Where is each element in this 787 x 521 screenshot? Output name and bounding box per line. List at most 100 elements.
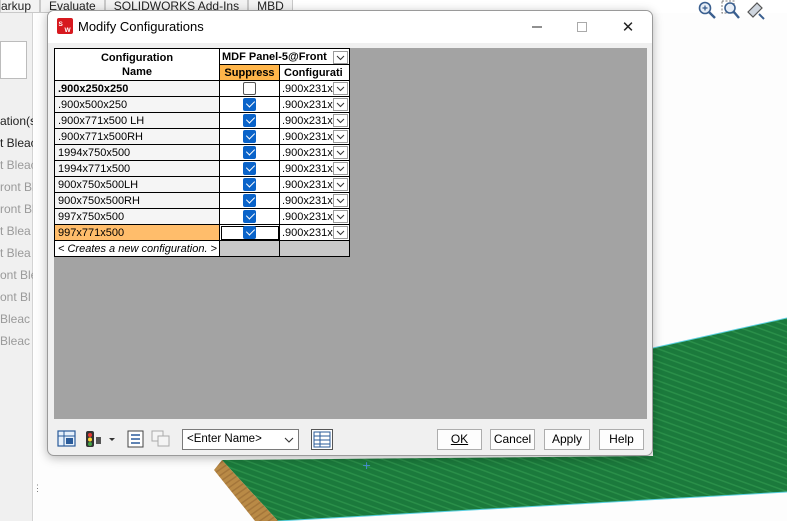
create-new-configuration-row[interactable]: < Creates a new configuration. > [54,240,220,257]
configuration-name-cell[interactable]: 997x750x500 [54,208,220,225]
suppress-checkbox[interactable] [243,177,256,191]
configuration-dropdown-button[interactable] [333,114,348,127]
suppress-checkbox[interactable] [243,193,256,207]
table-view-name-select[interactable]: <Enter Name> [182,429,299,450]
save-table-view-icon[interactable] [57,430,77,448]
suppress-checkbox[interactable] [243,145,256,159]
panel-splitter-handle[interactable]: ⋮ [33,483,42,494]
configuration-dropdown-button[interactable] [333,178,348,191]
maximize-button[interactable] [572,17,592,37]
configuration-dropdown-button[interactable] [333,146,348,159]
configuration-select-cell[interactable]: .900x231x [279,160,350,177]
suppress-checkbox[interactable] [243,161,256,175]
suppress-checkbox[interactable] [243,225,256,239]
ok-button[interactable]: OK [437,429,482,450]
configuration-value: .900x231x [282,226,333,239]
suppress-cell [219,80,280,97]
close-button[interactable]: ✕ [618,17,638,37]
tree-item[interactable]: t Bleac [0,158,33,172]
list-view-icon[interactable] [126,430,146,448]
empty-cell [219,240,280,257]
previous-view-icon[interactable] [745,0,765,20]
tree-item[interactable]: Bleac [0,312,33,326]
configuration-row[interactable]: 900x750x500LH .900x231x [54,176,350,193]
view-toolbar [697,0,765,20]
help-button[interactable]: Help [599,429,644,450]
configuration-select-cell[interactable]: .900x231x [279,80,350,97]
tree-item[interactable]: t Bleac [0,136,33,150]
configuration-dropdown-button[interactable] [333,226,348,239]
tree-item[interactable]: Bleac [0,334,33,348]
configuration-name-cell[interactable]: .900x500x250 [54,96,220,113]
suppress-cell [219,160,280,177]
chevron-down-icon [336,102,345,108]
suppress-checkbox[interactable] [243,97,256,111]
apply-button[interactable]: Apply [544,429,590,450]
configuration-dropdown-button[interactable] [333,130,348,143]
configuration-dropdown-button[interactable] [333,162,348,175]
filter-box[interactable] [0,41,27,79]
configuration-select-cell[interactable]: .900x231x [279,208,350,225]
configuration-select-cell[interactable]: .900x231x [279,192,350,209]
component-header[interactable]: MDF Panel-5@Front [219,48,350,65]
configuration-row[interactable]: 900x750x500RH .900x231x [54,192,350,209]
configuration-column-header[interactable]: Configurati [279,64,350,81]
configuration-select-cell[interactable]: .900x231x [279,224,350,241]
configuration-row[interactable]: .900x500x250 .900x231x [54,96,350,113]
configuration-row[interactable]: .900x771x500 LH .900x231x [54,112,350,129]
configuration-select-cell[interactable]: .900x231x [279,112,350,129]
configuration-row[interactable]: .900x771x500RH .900x231x [54,128,350,145]
configuration-dropdown-button[interactable] [333,82,348,95]
configuration-name-cell[interactable]: .900x250x250 [54,80,220,97]
configuration-select-cell[interactable]: .900x231x [279,128,350,145]
configuration-row[interactable]: 1994x750x500 .900x231x [54,144,350,161]
configuration-name-cell[interactable]: .900x771x500 LH [54,112,220,129]
configuration-value: .900x231x [282,114,333,127]
suppress-cell [219,112,280,129]
configuration-name-cell[interactable]: 1994x750x500 [54,144,220,161]
zoom-to-fit-icon[interactable] [697,0,717,20]
configuration-select-cell[interactable]: .900x231x [279,176,350,193]
tree-item[interactable]: t Blea [0,246,33,260]
tree-item[interactable]: t Blea [0,224,33,238]
component-header-dropdown[interactable] [333,51,348,64]
configuration-select-cell[interactable]: .900x231x [279,96,350,113]
configuration-name-cell[interactable]: .900x771x500RH [54,128,220,145]
table-view-name-value: <Enter Name> [187,433,262,445]
suppress-checkbox[interactable] [243,129,256,143]
configuration-name-cell[interactable]: 997x771x500 [54,224,220,241]
tree-item[interactable]: ont Ble [0,268,33,282]
configuration-name-cell[interactable]: 900x750x500RH [54,192,220,209]
suppress-column-header[interactable]: Suppress [219,64,280,81]
minimize-button[interactable] [527,17,547,37]
configuration-dropdown-button[interactable] [333,210,348,223]
suppress-checkbox[interactable] [243,81,256,95]
dialog-titlebar[interactable]: S W Modify Configurations ✕ [48,11,652,43]
suppress-checkbox[interactable] [243,113,256,127]
tree-item[interactable]: ont Bl [0,290,33,304]
zoom-to-area-icon[interactable] [721,0,741,20]
configuration-name-cell[interactable]: 1994x771x500 [54,160,220,177]
configuration-dropdown-button[interactable] [333,194,348,207]
table-settings-icon[interactable] [311,429,333,450]
suppress-checkbox[interactable] [243,209,256,223]
configuration-name-cell[interactable]: 900x750x500LH [54,176,220,193]
solidworks-logo-icon: S W [57,18,73,34]
tree-item[interactable]: ation(s [0,114,33,128]
configuration-dropdown-button[interactable] [333,98,348,111]
feature-manager-panel: ation(s t Bleac t Bleac ront Bl ront Bl … [0,13,33,521]
configuration-rows: .900x250x250 .900x231x .900x500x250 .900x23… [54,80,350,241]
tree-item[interactable]: ront Bl [0,180,33,194]
configuration-row[interactable]: 997x750x500 .900x231x [54,208,350,225]
cancel-button[interactable]: Cancel [490,429,535,450]
configuration-row[interactable]: 997x771x500 .900x231x [54,224,350,241]
configuration-row[interactable]: 1994x771x500 .900x231x [54,160,350,177]
tree-item[interactable]: ront Bl [0,202,33,216]
traffic-light-icon[interactable] [84,430,104,448]
configuration-select-cell[interactable]: .900x231x [279,144,350,161]
caret-down-icon[interactable] [107,430,117,448]
chevron-down-icon [336,55,345,61]
chevron-down-icon [336,118,345,124]
configuration-row[interactable]: .900x250x250 .900x231x [54,80,350,97]
suppress-cell [219,224,280,241]
